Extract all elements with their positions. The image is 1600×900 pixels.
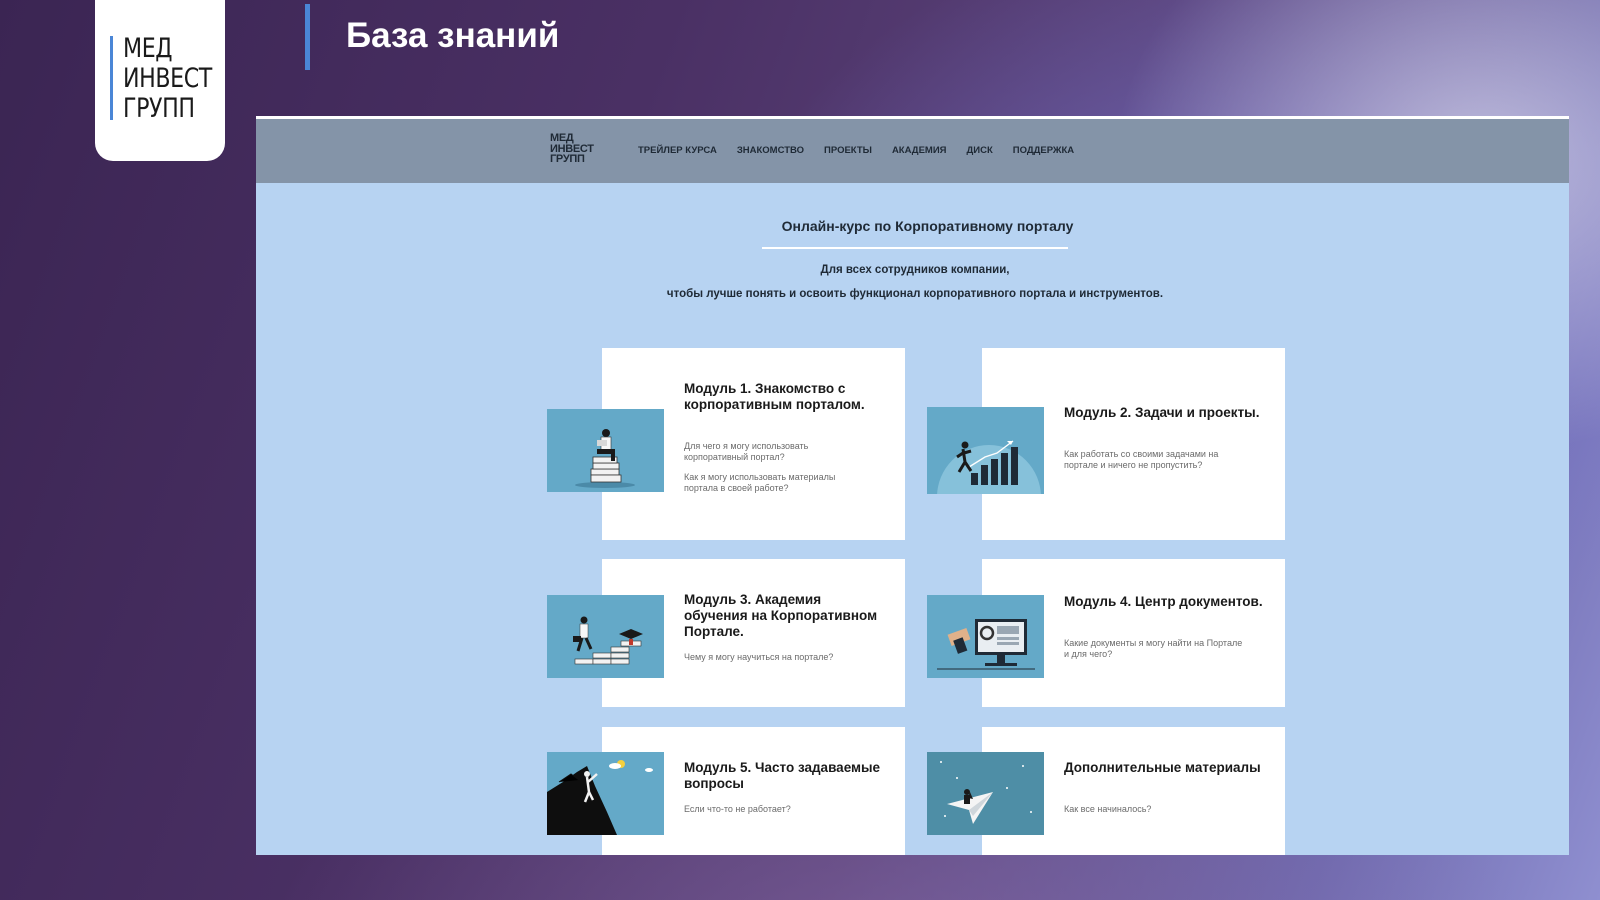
- person-running-bar-chart-icon: [927, 407, 1044, 494]
- person-climbing-stairs-graduation-icon: [547, 595, 664, 678]
- title-accent-bar: [305, 4, 310, 70]
- slide-title: База знаний: [346, 16, 560, 55]
- module-desc: Если что-то не работает?: [684, 804, 791, 814]
- person-reading-on-books-icon: [547, 409, 664, 492]
- nav-link-projects[interactable]: ПРОЕКТЫ: [824, 145, 872, 156]
- title-underline: [762, 247, 1068, 249]
- site-logo-line-1: МЕД: [550, 132, 574, 144]
- module-title: Модуль 1. Знакомство с корпоративным пор…: [684, 381, 865, 412]
- module-title: Модуль 2. Задачи и проекты.: [1064, 405, 1260, 420]
- nav-link-intro[interactable]: ЗНАКОМСТВО: [737, 145, 804, 156]
- module-title: Модуль 4. Центр документов.: [1064, 594, 1263, 609]
- logo-wordmark: МЕД ИНВЕСТ ГРУПП: [123, 34, 212, 124]
- nav-link-support[interactable]: ПОДДЕРЖКА: [1013, 145, 1074, 156]
- module-desc: Как я могу использовать материалы портал…: [684, 472, 836, 493]
- site-logo[interactable]: МЕД ИНВЕСТ ГРУПП: [550, 133, 594, 165]
- logo-accent-bar: [110, 36, 113, 120]
- course-subtitle-line-2: чтобы лучше понять и освоить функционал …: [666, 288, 1164, 300]
- module-title: Модуль 5. Часто задаваемые вопросы: [684, 760, 881, 791]
- nav-link-disk[interactable]: ДИСК: [966, 145, 992, 156]
- site-logo-line-3: ГРУПП: [550, 153, 585, 165]
- person-on-paper-plane-icon: [927, 752, 1044, 835]
- course-title: Онлайн-курс по Корпоративному порталу: [781, 218, 1074, 234]
- module-desc: Чему я могу научиться на портале?: [684, 652, 834, 662]
- module-title: Модуль 3. Академия обучения на Корпорати…: [684, 592, 878, 639]
- nav-link-academy[interactable]: АКАДЕМИЯ: [892, 145, 947, 156]
- monitor-documents-icon: [927, 595, 1044, 678]
- module-desc: Для чего я могу использовать корпоративн…: [684, 441, 809, 462]
- logo-line-1: МЕД: [123, 33, 173, 64]
- module-desc: Как работать со своими задачами на порта…: [1064, 449, 1219, 470]
- logo-line-3: ГРУПП: [123, 93, 195, 124]
- person-climbing-mountain-icon: [547, 752, 664, 835]
- site-navbar: МЕД ИНВЕСТ ГРУПП ТРЕЙЛЕР КУРСА ЗНАКОМСТВ…: [256, 119, 1569, 183]
- website-screenshot: МЕД ИНВЕСТ ГРУПП ТРЕЙЛЕР КУРСА ЗНАКОМСТВ…: [256, 116, 1569, 855]
- company-logo: МЕД ИНВЕСТ ГРУПП: [95, 0, 225, 161]
- module-desc: Как все начиналось?: [1064, 804, 1152, 814]
- logo-line-2: ИНВЕСТ: [123, 63, 212, 94]
- course-subtitle-line-1: Для всех сотрудников компании,: [820, 264, 1010, 276]
- module-title: Дополнительные материалы: [1064, 760, 1261, 775]
- module-desc: Какие документы я могу найти на Портале …: [1064, 638, 1243, 659]
- site-nav-links: ТРЕЙЛЕР КУРСА ЗНАКОМСТВО ПРОЕКТЫ АКАДЕМИ…: [638, 145, 1074, 156]
- nav-link-trailer[interactable]: ТРЕЙЛЕР КУРСА: [638, 145, 717, 156]
